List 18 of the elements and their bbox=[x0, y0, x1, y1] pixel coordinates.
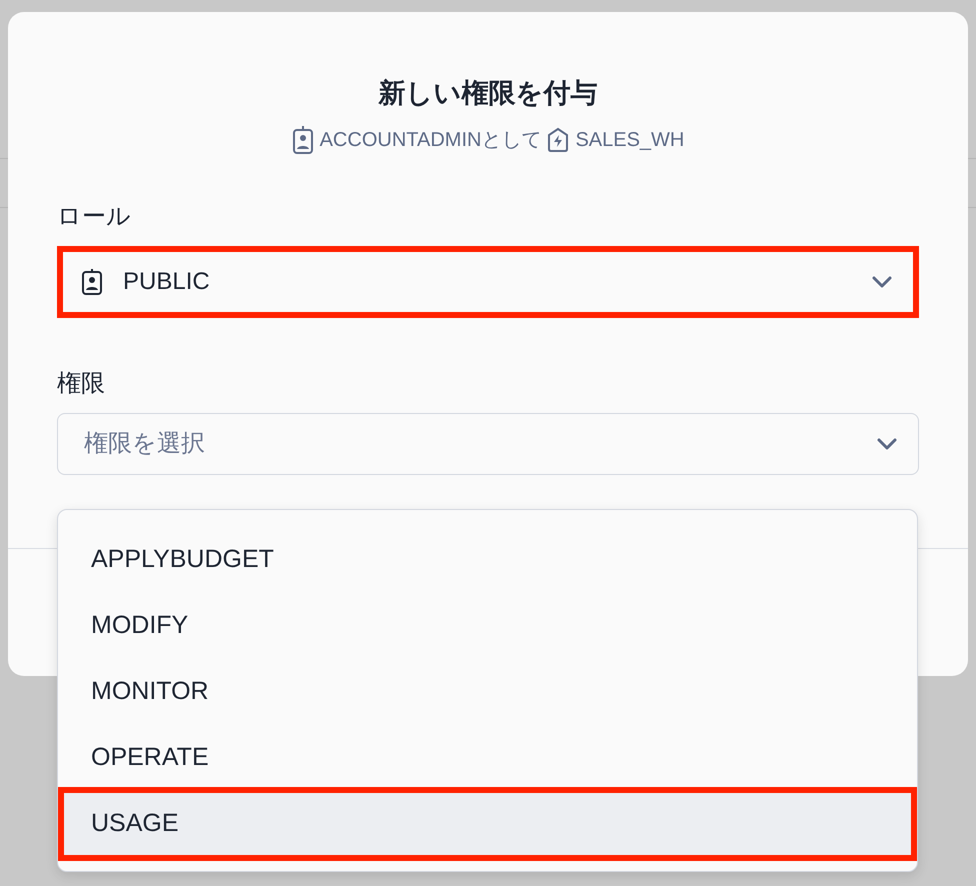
select-placeholder: 権限を選択 bbox=[84, 428, 205, 459]
role-context: ACCOUNTADMINとして bbox=[320, 128, 542, 154]
lightning-icon bbox=[547, 127, 570, 154]
dropdown-option[interactable]: MONITOR bbox=[58, 659, 917, 725]
dialog-title: 新しい権限を付与 bbox=[377, 77, 598, 110]
privilege-select[interactable]: 権限を選択 bbox=[57, 412, 919, 475]
select-value: PUBLIC bbox=[123, 266, 210, 297]
field-label: ロール bbox=[57, 203, 132, 232]
chevron-down-icon bbox=[871, 274, 893, 289]
dropdown-option[interactable]: APPLYBUDGET bbox=[58, 527, 917, 593]
dropdown-option[interactable]: USAGE bbox=[58, 787, 917, 861]
chevron-down-icon bbox=[876, 436, 898, 451]
role-select[interactable]: PUBLIC bbox=[57, 246, 919, 318]
person-badge-icon bbox=[81, 268, 103, 296]
field-label: 権限 bbox=[57, 370, 106, 399]
dropdown-option[interactable]: MODIFY bbox=[58, 593, 917, 659]
warehouse-context: SALES_WH bbox=[575, 128, 684, 154]
person-badge-icon bbox=[292, 125, 314, 156]
